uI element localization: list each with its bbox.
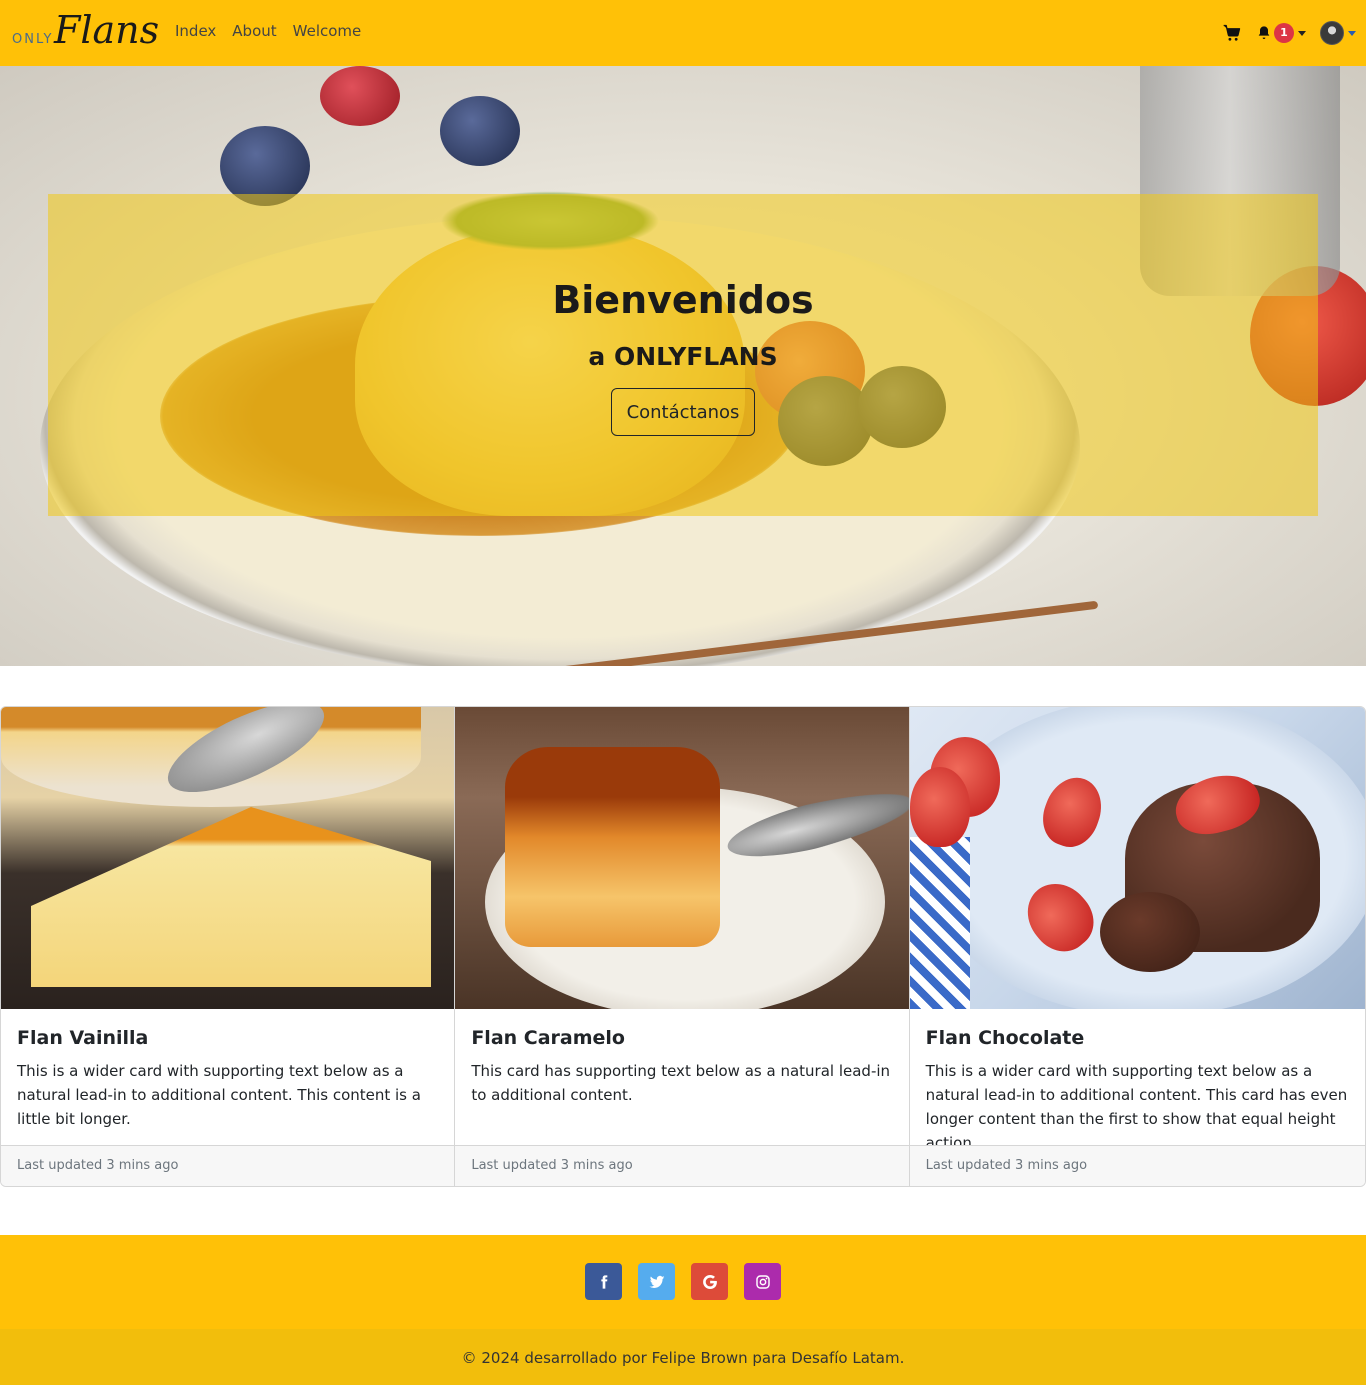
google-button[interactable] [691,1263,728,1300]
brand-name: Flans [54,8,160,52]
card-text: This is a wider card with supporting tex… [17,1062,421,1128]
user-menu-dropdown[interactable] [1320,21,1356,45]
brand-logo[interactable]: ONLY Flans [12,8,159,54]
card-group: Flan Vainilla This is a wider card with … [0,706,1366,1187]
nav-link-about[interactable]: About [224,22,284,40]
instagram-icon [755,1274,770,1289]
twitter-button[interactable] [638,1263,675,1300]
avatar [1320,21,1344,45]
navbar: ONLY Flans Index About Welcome 1 [0,0,1366,66]
chevron-down-icon [1298,30,1306,36]
footer [0,1235,1366,1329]
bell-icon [1258,26,1270,39]
copyright-text: © 2024 desarrollado por Felipe Brown par… [0,1329,1366,1385]
hero-subtitle: a ONLYFLANS [588,342,778,371]
contact-button[interactable]: Contáctanos [611,388,755,436]
facebook-button[interactable] [585,1263,622,1300]
card-body: Flan Chocolate This is a wider card with… [926,1027,1349,1155]
chevron-down-icon [1348,30,1356,36]
card-flan-chocolate: Flan Chocolate This is a wider card with… [909,707,1365,1186]
hero-banner: Bienvenidos a ONLYFLANS Contáctanos [0,66,1366,666]
raspberry-image [320,66,400,126]
nav-right: 1 [1222,18,1356,48]
card-title: Flan Vainilla [17,1027,149,1049]
brand-prefix: ONLY [12,32,54,47]
shopping-cart-icon[interactable] [1222,23,1242,43]
card-title: Flan Caramelo [471,1027,625,1049]
card-title: Flan Chocolate [925,1027,1085,1049]
social-links [585,1263,781,1300]
twitter-icon [649,1275,664,1288]
card-body: Flan Caramelo This card has supporting t… [471,1027,892,1107]
card-flan-vainilla: Flan Vainilla This is a wider card with … [1,707,456,1186]
nav-links: Index About Welcome [167,22,369,40]
card-text: This is a wider card with supporting tex… [925,1062,1348,1152]
nav-link-index[interactable]: Index [167,22,224,40]
nav-link-welcome[interactable]: Welcome [285,22,370,40]
hero-title: Bienvenidos [552,278,814,322]
card-image-vainilla [1,707,455,1009]
hero-overlay: Bienvenidos a ONLYFLANS Contáctanos [48,194,1318,516]
card-footer: Last updated 3 mins ago [455,1145,909,1186]
card-footer: Last updated 3 mins ago [1,1145,455,1186]
card-image-chocolate [909,707,1365,1009]
notifications-dropdown[interactable]: 1 [1256,23,1306,43]
card-flan-caramelo: Flan Caramelo This card has supporting t… [455,707,910,1186]
card-image-caramelo [455,707,909,1009]
google-icon [702,1274,717,1289]
notification-badge: 1 [1274,23,1294,43]
card-footer: Last updated 3 mins ago [909,1145,1365,1186]
blueberry-image [440,96,520,166]
card-text: This card has supporting text below as a… [471,1062,891,1104]
card-body: Flan Vainilla This is a wider card with … [17,1027,438,1131]
facebook-icon [600,1274,607,1289]
instagram-button[interactable] [744,1263,781,1300]
